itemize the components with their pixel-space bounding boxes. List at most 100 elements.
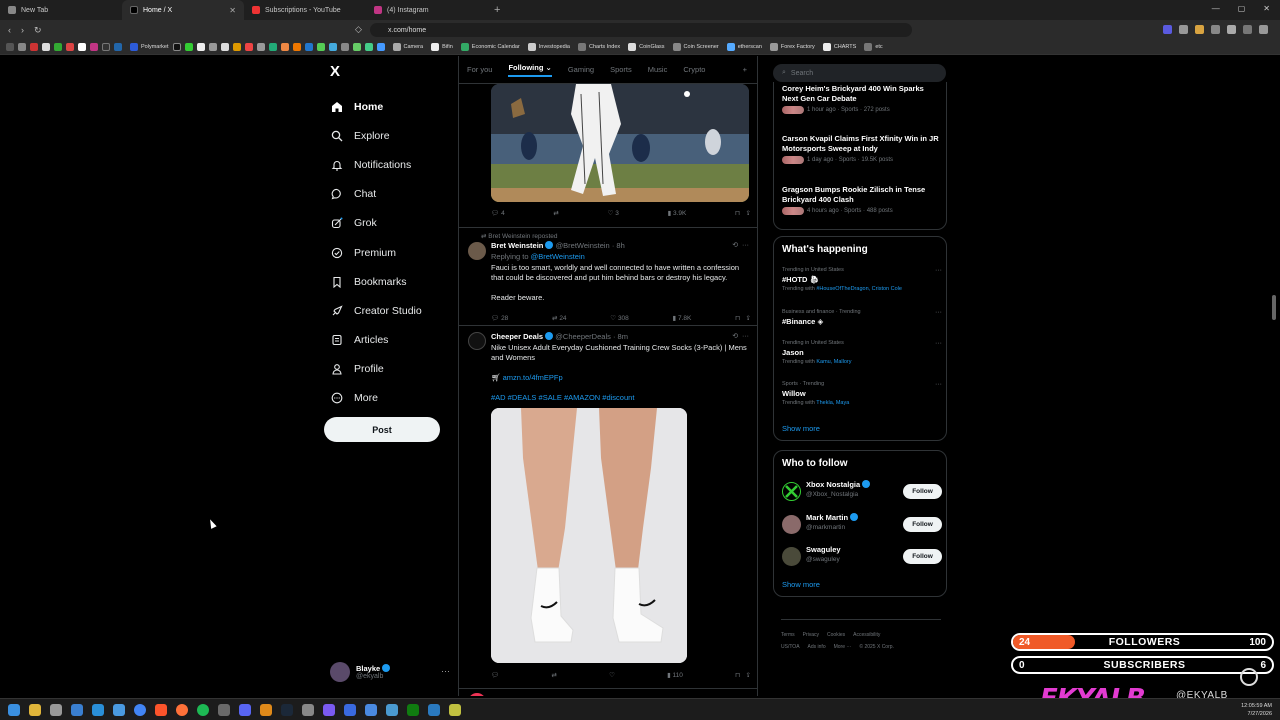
app-icon[interactable] bbox=[428, 703, 440, 716]
bookmark-icon[interactable] bbox=[208, 43, 217, 51]
tab-crypto[interactable]: Crypto bbox=[683, 65, 705, 74]
trend-with-link[interactable]: Kamu, Mallory bbox=[816, 359, 851, 365]
show-more-link[interactable]: Show more bbox=[782, 424, 820, 433]
tweet-hashtags[interactable]: #AD #DEALS #SALE #AMAZON #discount bbox=[491, 393, 753, 403]
xbox-icon[interactable] bbox=[407, 703, 419, 716]
bookmark-charts[interactable]: CHARTS bbox=[822, 43, 856, 51]
bookmark-icon[interactable] bbox=[102, 43, 110, 51]
bookmark-icon[interactable] bbox=[184, 43, 193, 51]
app-icon[interactable] bbox=[218, 703, 230, 716]
bookmark-economic-calendar[interactable]: Economic Calendar bbox=[460, 43, 520, 51]
tab-instagram[interactable]: (4) Instagram bbox=[366, 0, 488, 20]
system-clock[interactable]: 12:05:59 AM 7/27/2026 bbox=[1241, 702, 1272, 718]
extension-icon[interactable] bbox=[1195, 25, 1204, 34]
account-switcher[interactable]: Blayke @ekyalb ··· bbox=[330, 662, 450, 682]
start-icon[interactable] bbox=[8, 703, 20, 716]
bookmark-icon[interactable] bbox=[304, 43, 313, 51]
x-logo[interactable]: X bbox=[330, 63, 340, 80]
bookmark-icon[interactable] bbox=[364, 43, 373, 51]
vlc-icon[interactable] bbox=[260, 703, 272, 716]
bookmark-icon[interactable] bbox=[232, 43, 241, 51]
tab-new-tab[interactable]: New Tab bbox=[0, 0, 122, 20]
bookmark-tweet-button[interactable]: ⊓ ⇪ bbox=[735, 671, 751, 679]
trend-more-icon[interactable]: ··· bbox=[935, 340, 942, 347]
search-input[interactable]: ⌕ Search bbox=[773, 64, 946, 82]
scrollbar-thumb[interactable] bbox=[1272, 295, 1276, 320]
author-name[interactable]: Cheeper Deals bbox=[491, 332, 543, 341]
tab-following[interactable]: Following ⌄ bbox=[508, 63, 552, 77]
bookmark-investopedia[interactable]: Investopedia bbox=[527, 43, 570, 51]
bookmark-icon[interactable] bbox=[90, 43, 98, 51]
reply-button[interactable]: 💬︎ bbox=[491, 671, 499, 679]
reply-button[interactable]: 💬︎ 28 bbox=[491, 314, 508, 322]
trend-more-icon[interactable]: ··· bbox=[935, 381, 942, 388]
extension-icon[interactable] bbox=[1163, 25, 1172, 34]
bookmark-icon[interactable] bbox=[114, 43, 122, 51]
news-item[interactable]: Corey Heim's Brickyard 400 Win Sparks Ne… bbox=[782, 84, 942, 114]
nav-more[interactable]: More bbox=[330, 384, 450, 413]
file-explorer-icon[interactable] bbox=[29, 703, 41, 716]
bookmark-icon[interactable] bbox=[220, 43, 229, 51]
bookmark-icon[interactable] bbox=[54, 43, 62, 51]
follow-suggestion[interactable]: Swaguley @swaguley Follow bbox=[782, 545, 942, 567]
bookmark-icon[interactable] bbox=[292, 43, 301, 51]
forward-icon[interactable]: › bbox=[21, 25, 24, 36]
follow-suggestion[interactable]: Xbox Nostalgia @Xbox_Nostalgia Follow bbox=[782, 480, 942, 502]
minimize-icon[interactable]: — bbox=[1212, 4, 1220, 13]
bookmark-icon[interactable] bbox=[328, 43, 337, 51]
bookmark-coin-screener[interactable]: Coin Screener bbox=[672, 43, 719, 51]
app-icon[interactable] bbox=[323, 703, 335, 716]
new-tab-plus-icon[interactable]: + bbox=[494, 4, 500, 16]
app-icon[interactable] bbox=[365, 703, 377, 716]
nav-creator-studio[interactable]: Creator Studio bbox=[330, 296, 450, 325]
menu-icon[interactable] bbox=[1259, 25, 1268, 34]
discord-icon[interactable] bbox=[239, 703, 251, 716]
bookmark-icon[interactable] bbox=[280, 43, 289, 51]
footer-link[interactable]: More ··· bbox=[834, 644, 852, 650]
footer-link[interactable]: Terms bbox=[781, 632, 795, 638]
bookmark-icon[interactable] bbox=[18, 43, 26, 51]
apps-icon[interactable] bbox=[6, 43, 14, 51]
tab-music[interactable]: Music bbox=[648, 65, 668, 74]
trend-item[interactable]: Business and finance · Trending #Binance… bbox=[782, 309, 942, 326]
tab-sports[interactable]: Sports bbox=[610, 65, 632, 74]
nav-premium[interactable]: Premium bbox=[330, 238, 450, 267]
bookmark-icon[interactable] bbox=[66, 43, 74, 51]
app-icon[interactable] bbox=[113, 703, 125, 716]
tab-gaming[interactable]: Gaming bbox=[568, 65, 594, 74]
maximize-icon[interactable]: ▢ bbox=[1238, 4, 1246, 13]
extension-icon[interactable] bbox=[1179, 25, 1188, 34]
bookmark-tweet-button[interactable]: ⊓ ⇪ bbox=[735, 209, 751, 217]
app-icon[interactable] bbox=[92, 703, 104, 716]
close-tab-icon[interactable]: ✕ bbox=[229, 6, 236, 15]
nav-bookmarks[interactable]: Bookmarks bbox=[330, 267, 450, 296]
follow-suggestion[interactable]: Mark Martin @markmartin Follow bbox=[782, 513, 942, 535]
trend-item[interactable]: Trending in United States #HOTD 🐉︎ Trend… bbox=[782, 267, 942, 292]
post-button[interactable]: Post bbox=[324, 417, 440, 442]
tweet-link[interactable]: amzn.to/4fmEPFp bbox=[503, 373, 563, 382]
trend-more-icon[interactable]: ··· bbox=[935, 267, 942, 274]
back-icon[interactable]: ‹ bbox=[8, 25, 11, 36]
tab-home-x[interactable]: Home / X ✕ bbox=[122, 0, 244, 20]
firefox-icon[interactable] bbox=[176, 703, 188, 716]
footer-link[interactable]: Privacy bbox=[803, 632, 819, 638]
follow-button[interactable]: Follow bbox=[903, 549, 942, 564]
app-icon[interactable] bbox=[449, 703, 461, 716]
footer-link[interactable]: Ads info bbox=[808, 644, 826, 650]
follow-button[interactable]: Follow bbox=[903, 517, 942, 532]
url-field[interactable]: x.com/home bbox=[370, 23, 912, 37]
bookmark-tweet-button[interactable]: ⊓ ⇪ bbox=[735, 314, 751, 322]
repost-button[interactable]: ⇄ bbox=[553, 209, 558, 217]
replying-to-link[interactable]: @BretWeinstein bbox=[531, 252, 585, 261]
bookmark-icon[interactable] bbox=[352, 43, 361, 51]
nav-notifications[interactable]: Notifications bbox=[330, 150, 450, 179]
reload-icon[interactable]: ↻ bbox=[34, 25, 42, 36]
trend-with-link[interactable]: Thekla, Maya bbox=[816, 400, 849, 406]
app-icon[interactable] bbox=[71, 703, 83, 716]
bookmark-icon[interactable] bbox=[244, 43, 253, 51]
tab-youtube[interactable]: Subscriptions - YouTube bbox=[244, 0, 366, 20]
extension-icon[interactable] bbox=[1211, 25, 1220, 34]
trend-more-icon[interactable]: ··· bbox=[935, 309, 942, 316]
like-button[interactable]: ♡ 308 bbox=[610, 314, 629, 322]
views-button[interactable]: ▮ 7.8K bbox=[673, 314, 692, 322]
